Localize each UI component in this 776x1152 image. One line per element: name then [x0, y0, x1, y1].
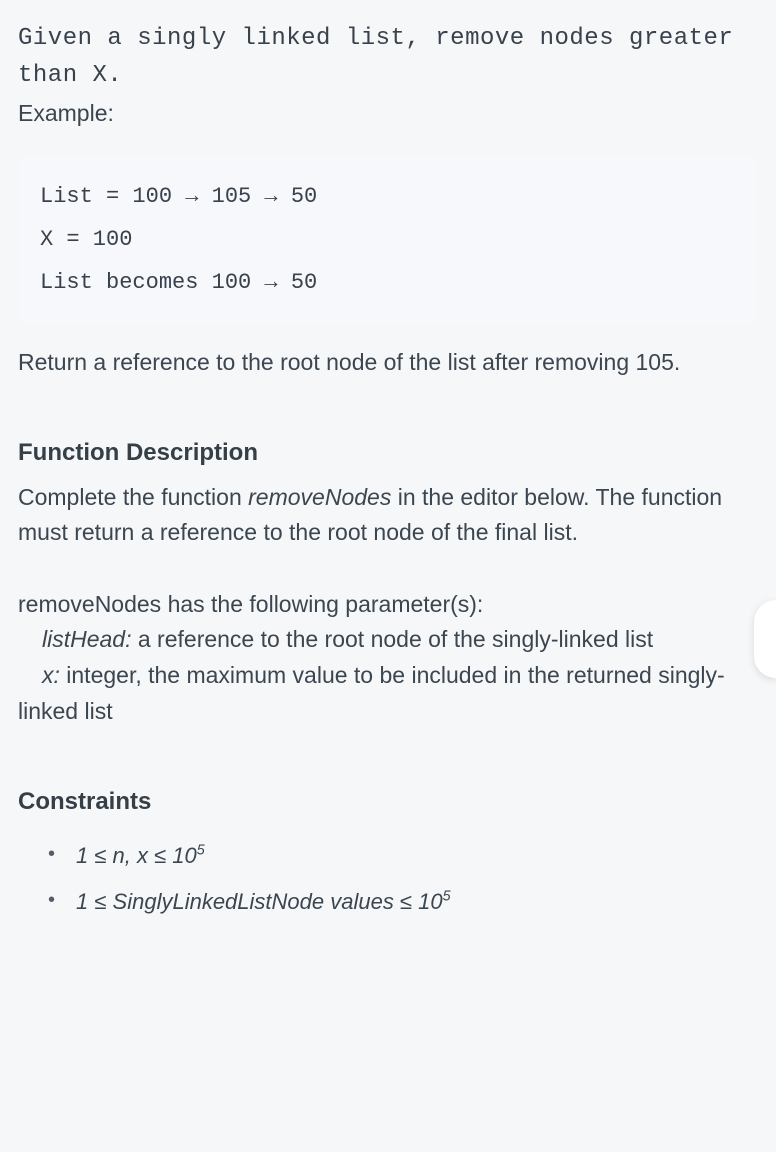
func-desc-pre: Complete the function	[18, 484, 248, 510]
param-listhead-desc: a reference to the root node of the sing…	[131, 626, 653, 652]
constraints-list: 1 ≤ n, x ≤ 105 1 ≤ SinglyLinkedListNode …	[18, 839, 758, 919]
parameters-block: removeNodes has the following parameter(…	[18, 587, 758, 730]
param-x: x: integer, the maximum value to be incl…	[18, 658, 758, 729]
constraint-2: 1 ≤ SinglyLinkedListNode values ≤ 105	[48, 885, 758, 919]
constraints-heading: Constraints	[18, 783, 758, 820]
param-listhead: listHead: a reference to the root node o…	[18, 622, 758, 658]
params-lead: removeNodes has the following parameter(…	[18, 587, 758, 623]
problem-description: Given a singly linked list, remove nodes…	[18, 20, 758, 919]
param-x-desc: integer, the maximum value to be include…	[18, 662, 725, 724]
constraint-2-text: 1 ≤ SinglyLinkedListNode values ≤ 10	[76, 889, 443, 914]
floating-side-tab[interactable]	[754, 600, 776, 678]
func-name: removeNodes	[248, 484, 391, 510]
after-code-text: Return a reference to the root node of t…	[18, 345, 758, 381]
function-description-heading: Function Description	[18, 434, 758, 471]
constraint-1-sup: 5	[197, 842, 205, 858]
param-x-name: x:	[42, 662, 60, 688]
constraint-2-sup: 5	[443, 888, 451, 904]
example-codeblock: List = 100 → 105 → 50 X = 100 List becom…	[18, 156, 758, 325]
param-listhead-name: listHead:	[42, 626, 131, 652]
intro-code-line: Given a singly linked list, remove nodes…	[18, 20, 758, 94]
constraint-1-text: 1 ≤ n, x ≤ 10	[76, 843, 197, 868]
constraint-1: 1 ≤ n, x ≤ 105	[48, 839, 758, 873]
function-description-body: Complete the function removeNodes in the…	[18, 480, 758, 551]
example-label: Example:	[18, 96, 758, 132]
